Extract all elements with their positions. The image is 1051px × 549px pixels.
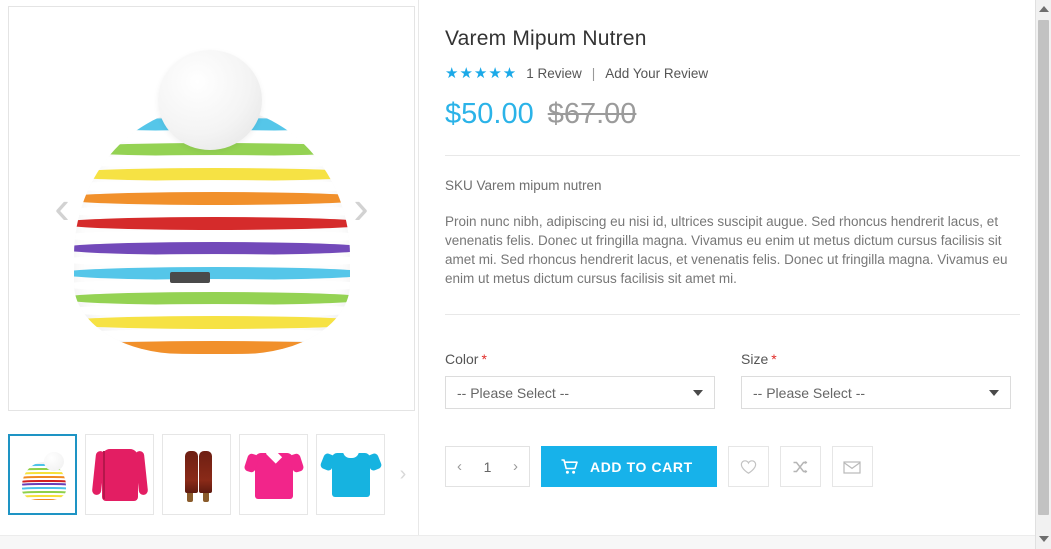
size-select-value: -- Please Select -- — [753, 384, 866, 401]
hat-stripe — [73, 241, 350, 255]
option-color-label: Color * — [445, 351, 715, 367]
chevron-down-icon — [693, 389, 703, 396]
hat-stripe — [73, 303, 350, 317]
vertical-scrollbar[interactable] — [1035, 0, 1051, 549]
thumbnail-blue-tee[interactable] — [316, 434, 385, 515]
hat-stripe — [73, 266, 350, 280]
add-review-link[interactable]: Add Your Review — [605, 66, 708, 81]
action-row: ‹ 1 › ADD TO CART — [445, 446, 1020, 487]
tee-shape — [332, 453, 370, 497]
option-color-text: Color — [445, 351, 479, 367]
envelope-icon — [843, 460, 861, 474]
hat-stripe — [73, 229, 350, 243]
product-gallery: ‹ › › — [8, 6, 417, 526]
quantity-increment[interactable]: › — [513, 458, 518, 475]
option-color: Color * -- Please Select -- — [445, 351, 715, 409]
hat-stripe — [73, 217, 350, 231]
jacket-zipper — [103, 451, 105, 499]
hat-stripe — [73, 179, 350, 193]
quantity-stepper[interactable]: ‹ 1 › — [445, 446, 530, 487]
boot-left — [185, 451, 198, 493]
thumbnail-knit-hat[interactable] — [8, 434, 77, 515]
color-select-value: -- Please Select -- — [457, 384, 570, 401]
divider-options — [445, 314, 1020, 315]
compare-shuffle-icon — [792, 459, 809, 475]
thumb-hat-stripe — [22, 499, 66, 500]
page-content: ‹ › › Varem Mipum Nutren ★★★★★ 1 Review … — [0, 0, 1035, 535]
scroll-down-button[interactable] — [1036, 530, 1051, 547]
add-to-wishlist-button[interactable] — [727, 446, 769, 487]
hat-stripe — [73, 316, 350, 330]
quantity-value: 1 — [483, 458, 492, 475]
heart-icon — [740, 459, 757, 475]
scroll-up-button[interactable] — [1036, 0, 1051, 17]
star-rating-icon: ★★★★★ — [445, 65, 518, 82]
product-sku: SKU Varem mipum nutren — [445, 178, 602, 193]
knit-hat-illustration — [62, 44, 362, 374]
boot-right — [199, 451, 212, 493]
scrollbar-thumb[interactable] — [1038, 20, 1049, 515]
size-select[interactable]: -- Please Select -- — [741, 376, 1011, 409]
special-price: $50.00 — [445, 98, 534, 130]
thumbnail-pink-polo[interactable] — [239, 434, 308, 515]
hat-stripe — [73, 291, 350, 305]
thumbnail-brown-boots[interactable] — [162, 434, 231, 515]
hat-stripe — [73, 192, 350, 206]
product-description: Proin nunc nibh, adipiscing eu nisi id, … — [445, 214, 1008, 286]
quantity-decrement[interactable]: ‹ — [457, 458, 462, 475]
review-separator: | — [591, 65, 596, 81]
product-details: Varem Mipum Nutren ★★★★★ 1 Review | Add … — [445, 0, 1020, 487]
add-to-cart-label: ADD TO CART — [590, 458, 693, 475]
thumb-hat-pompom — [44, 452, 64, 471]
old-price: $67.00 — [547, 98, 637, 130]
add-to-compare-button[interactable] — [779, 446, 821, 487]
rating-row: ★★★★★ 1 Review | Add Your Review — [445, 64, 1020, 82]
hat-stripe — [73, 328, 350, 342]
panel-divider — [418, 0, 419, 535]
down-arrow-icon — [1038, 535, 1049, 542]
product-page: ‹ › › Varem Mipum Nutren ★★★★★ 1 Review … — [0, 0, 1051, 549]
gallery-prev-arrow[interactable]: ‹ — [45, 184, 79, 234]
chevron-down-icon — [989, 389, 999, 396]
option-size-text: Size — [741, 351, 769, 367]
color-select[interactable]: -- Please Select -- — [445, 376, 715, 409]
hat-stripe — [73, 279, 350, 293]
hat-pompom — [157, 49, 262, 150]
cart-icon — [561, 458, 578, 475]
option-size: Size * -- Please Select -- — [741, 351, 1011, 409]
product-options: Color * -- Please Select -- Size * -- Plea… — [445, 351, 1020, 409]
gallery-next-arrow[interactable]: › — [344, 184, 378, 234]
hat-stripe — [73, 254, 350, 268]
hat-stripe — [73, 155, 350, 169]
add-to-cart-button[interactable]: ADD TO CART — [541, 446, 717, 487]
hat-stripe — [73, 167, 350, 181]
boot-heel-left — [187, 493, 193, 502]
up-arrow-icon — [1038, 5, 1049, 12]
review-count-link[interactable]: 1 Review — [526, 66, 582, 81]
divider-top — [445, 155, 1020, 156]
required-marker: * — [481, 351, 487, 367]
boot-heel-right — [203, 493, 209, 502]
thumbnail-strip: › — [8, 434, 417, 520]
jacket-shape — [102, 449, 138, 501]
page-title: Varem Mipum Nutren — [445, 27, 647, 50]
thumbnail-next-arrow[interactable]: › — [393, 434, 413, 515]
page-bottom-strip — [0, 535, 1051, 549]
hat-stripe — [73, 204, 350, 218]
hat-label-tag — [169, 271, 210, 283]
price-row: $50.00 $67.00 — [445, 98, 1020, 131]
option-size-label: Size * — [741, 351, 1011, 367]
required-marker: * — [771, 351, 777, 367]
thumbnail-pink-jacket[interactable] — [85, 434, 154, 515]
email-friend-button[interactable] — [831, 446, 873, 487]
main-product-image[interactable]: ‹ › — [8, 6, 415, 411]
hat-stripe — [73, 341, 350, 354]
